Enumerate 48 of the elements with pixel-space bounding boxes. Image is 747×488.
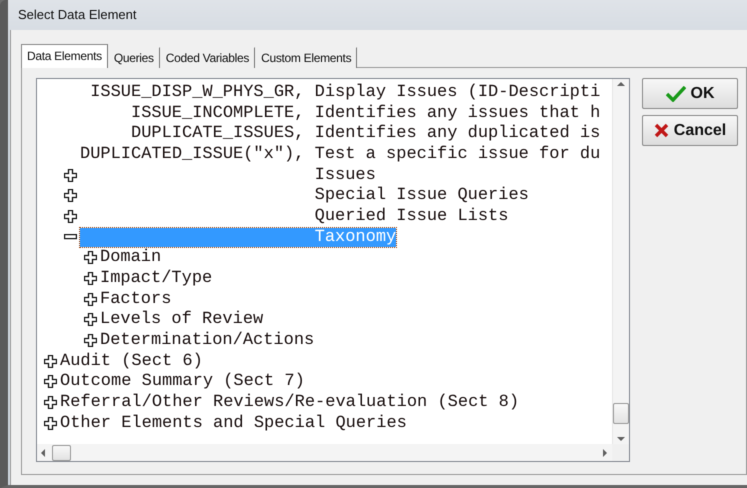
checkmark-icon xyxy=(666,86,686,102)
expand-plus-icon[interactable] xyxy=(44,375,57,388)
expand-plus-icon[interactable] xyxy=(84,272,97,286)
tab[interactable]: Queries xyxy=(108,47,160,68)
expand-plus-icon[interactable] xyxy=(64,189,77,202)
tree-folder[interactable]: Impact/Type xyxy=(100,269,212,288)
vertical-scrollbar[interactable] xyxy=(612,79,629,444)
tree-list[interactable] xyxy=(36,78,630,462)
scroll-down-icon[interactable] xyxy=(617,436,625,442)
scroll-thumb[interactable] xyxy=(52,444,71,460)
scroll-right-icon[interactable] xyxy=(602,448,608,456)
scroll-thumb[interactable] xyxy=(613,403,629,424)
tree-folder[interactable]: Queried Issue Lists xyxy=(80,206,508,226)
expand-plus-icon[interactable] xyxy=(84,334,97,348)
expand-plus-icon[interactable] xyxy=(64,168,77,182)
window-title: Select Data Element xyxy=(17,6,138,24)
tree-folder[interactable]: Special Issue Queries xyxy=(80,186,529,206)
scrollbar-corner xyxy=(612,444,629,461)
tree-entry[interactable]: DUPLICATE_ISSUES, Identifies any duplicated is xyxy=(80,124,600,144)
expand-plus-icon[interactable] xyxy=(44,396,57,410)
cancel-button[interactable]: Cancel xyxy=(642,115,738,146)
expand-plus-icon[interactable] xyxy=(84,251,97,264)
tree-folder[interactable]: Factors xyxy=(100,290,172,309)
ok-button[interactable]: OK xyxy=(642,78,738,109)
tree-folder[interactable]: Domain xyxy=(100,248,162,268)
expand-plus-icon[interactable] xyxy=(64,210,77,223)
tab[interactable]: Data Elements xyxy=(21,44,108,68)
cross-icon xyxy=(654,123,669,138)
expand-plus-icon[interactable] xyxy=(84,313,97,326)
tab[interactable]: Coded Variables xyxy=(160,47,256,68)
tree-entry[interactable]: DUPLICATED_ISSUE("x"), Test a specific issue for du xyxy=(80,144,600,164)
expand-plus-icon[interactable] xyxy=(44,416,57,430)
tree-folder[interactable]: Other Elements and Special Queries xyxy=(60,414,407,433)
tree-entry[interactable]: ISSUE_INCOMPLETE, Identifies any issues that h xyxy=(80,104,600,123)
tree-folder[interactable]: Referral/Other Reviews/Re-evaluation (Sect 8) xyxy=(60,393,520,412)
tree-folder[interactable]: Audit (Sect 6) xyxy=(60,352,203,371)
collapse-minus-icon[interactable] xyxy=(64,234,77,240)
tree-entry[interactable]: ISSUE_DISP_W_PHYS_GR, Display Issues (ID-Descripti xyxy=(80,82,600,102)
tree-folder[interactable]: Determination/Actions xyxy=(100,331,314,350)
expand-plus-icon[interactable] xyxy=(84,292,97,306)
scroll-up-icon[interactable] xyxy=(617,81,625,87)
expand-plus-icon[interactable] xyxy=(44,354,57,368)
tree-folder[interactable]: Outcome Summary (Sect 7) xyxy=(60,372,305,392)
scroll-left-icon[interactable] xyxy=(40,448,46,456)
tree-folder[interactable]: Issues xyxy=(80,166,376,185)
tab[interactable]: Custom Elements xyxy=(255,47,358,68)
tree-folder[interactable]: Levels of Review xyxy=(100,310,264,330)
horizontal-scrollbar[interactable] xyxy=(37,444,612,461)
